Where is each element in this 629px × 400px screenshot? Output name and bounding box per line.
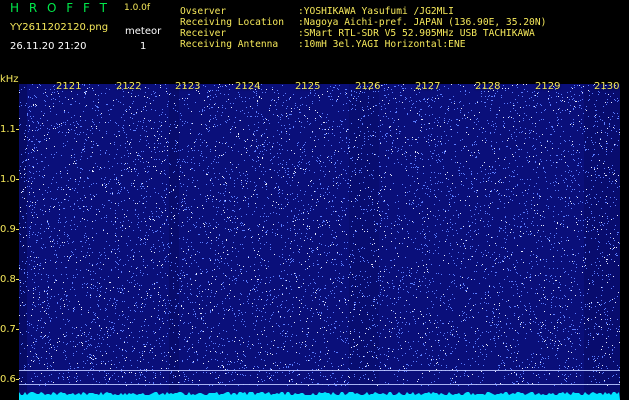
info-row-antenna: Receiving Antenna :10mH 3el.YAGI Horizont… (180, 39, 546, 50)
time-tick-label: 2124 (235, 81, 261, 92)
reference-line (19, 384, 620, 385)
time-tick-label: 2123 (175, 81, 201, 92)
info-value: :SMart RTL-SDR V5 52.905MHz USB TACHIKAW… (298, 28, 535, 39)
y-tick-label: 0.7 (0, 324, 16, 335)
capture-datetime: 26.11.20 21:20 (10, 41, 87, 52)
time-tick-label: 2130 (594, 81, 620, 92)
info-key: Ovserver (180, 6, 227, 17)
y-tick-label: 0.9 (0, 224, 16, 235)
meteor-count: 1 (140, 41, 147, 52)
bright-noise-dots (19, 84, 620, 386)
y-tick-label: 0.8 (0, 274, 16, 285)
software-version: 1.0.0f (124, 3, 151, 13)
time-tick-label: 2129 (535, 81, 561, 92)
y-tick-label: 1.0 (0, 174, 16, 185)
header-panel: H R O F F T 1.0.0f YY2611202120.png mete… (0, 0, 629, 74)
info-key: Receiver (180, 28, 227, 39)
info-value: :Nagoya Aichi-pref. JAPAN (136.90E, 35.2… (298, 17, 547, 28)
info-value: :YOSHIKAWA Yasufumi /JG2MLI (298, 6, 454, 17)
time-tick-label: 2127 (415, 81, 441, 92)
time-tick-label: 2125 (295, 81, 321, 92)
station-info: Ovserver :YOSHIKAWA Yasufumi /JG2MLI Rece… (180, 6, 546, 50)
signal-baseline (19, 392, 620, 400)
time-tick-label: 2122 (116, 81, 142, 92)
info-row-receiver: Receiver :SMart RTL-SDR V5 52.905MHz USB … (180, 28, 546, 39)
info-key: Receiving Antenna (180, 39, 279, 50)
spectrogram (19, 84, 620, 400)
image-filename: YY2611202120.png (10, 22, 109, 33)
time-tick-label: 2128 (475, 81, 501, 92)
y-tick-label: 0.6 (0, 374, 16, 385)
info-value: :10mH 3el.YAGI Horizontal:ENE (298, 39, 466, 50)
noise-dots (19, 84, 620, 386)
info-row-location: Receiving Location :Nagoya Aichi-pref. JA… (180, 17, 546, 28)
noise-band (584, 84, 620, 400)
reference-line (19, 370, 620, 371)
software-name: H R O F F T (10, 1, 111, 15)
time-tick-label: 2126 (355, 81, 381, 92)
meteor-label: meteor (125, 26, 162, 37)
y-tick-label: 1.1 (0, 124, 16, 135)
info-key: Receiving Location (180, 17, 284, 28)
spectrogram-noise (19, 84, 620, 400)
info-row-observer: Ovserver :YOSHIKAWA Yasufumi /JG2MLI (180, 6, 546, 17)
y-axis-unit: kHz (0, 74, 19, 85)
time-tick-label: 2121 (56, 81, 82, 92)
